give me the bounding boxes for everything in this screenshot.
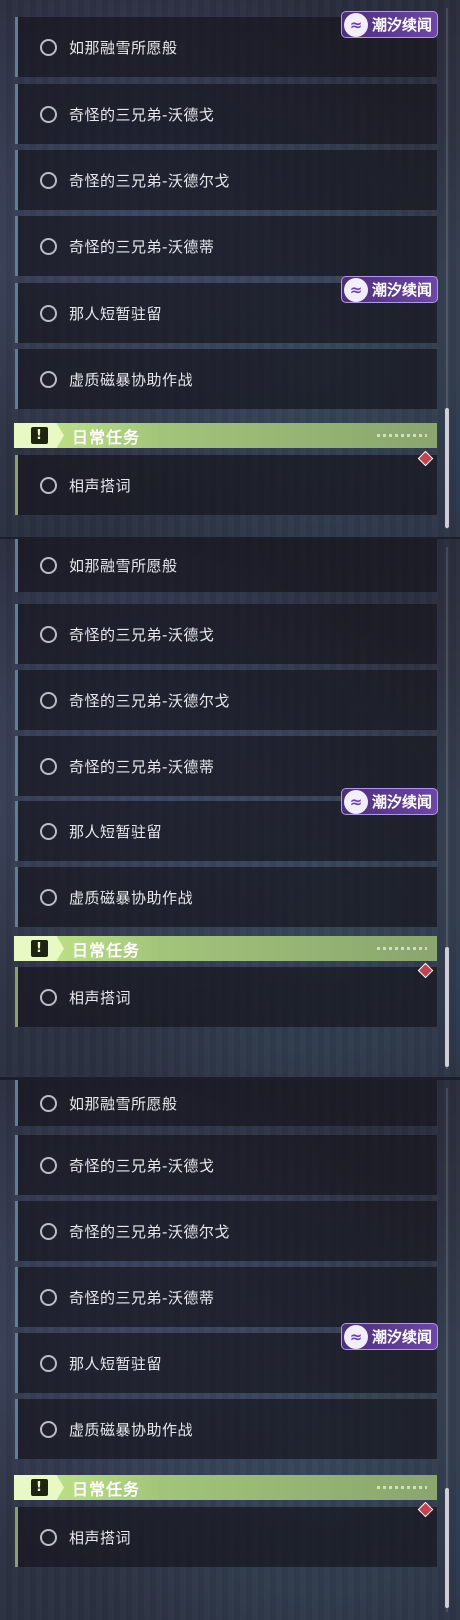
- radio-circle-icon: [40, 237, 57, 255]
- quest-label: 奇怪的三兄弟-沃德尔戈: [69, 1222, 230, 1241]
- header-decoration: [377, 947, 427, 950]
- quest-label: 奇怪的三兄弟-沃德蒂: [69, 1288, 215, 1307]
- scrollbar[interactable]: [445, 1088, 449, 1612]
- section-title: 日常任务: [72, 1479, 141, 1499]
- quest-item[interactable]: 虚质磁暴协助作战: [15, 867, 437, 927]
- header-decoration: [377, 1486, 427, 1489]
- quest-item[interactable]: 奇怪的三兄弟-沃德戈: [15, 84, 437, 144]
- radio-circle-icon: [40, 1354, 57, 1372]
- story-tag[interactable]: ≈ 潮汐续闻: [341, 11, 438, 38]
- quest-item[interactable]: 奇怪的三兄弟-沃德蒂: [15, 1267, 437, 1327]
- quest-label: 虚质磁暴协助作战: [69, 1420, 194, 1439]
- radio-circle-icon: [40, 557, 57, 574]
- quest-label: 如那融雪所愿般: [69, 1094, 178, 1113]
- quest-panel-1: ≈ 潮汐续闻 如那融雪所愿般 奇怪的三兄弟-沃德戈 奇怪的三兄弟-沃德尔戈 奇怪…: [0, 0, 460, 537]
- tag-label: 潮汐续闻: [372, 793, 433, 811]
- quest-item[interactable]: 如那融雪所愿般: [15, 539, 437, 592]
- scrollbar-thumb[interactable]: [445, 947, 449, 1067]
- radio-circle-icon: [40, 105, 57, 123]
- quest-label: 奇怪的三兄弟-沃德戈: [69, 625, 215, 644]
- story-tag[interactable]: ≈ 潮汐续闻: [341, 276, 438, 303]
- radio-circle-icon: [40, 757, 57, 775]
- radio-circle-icon: [40, 625, 57, 643]
- header-icon-wrap: !: [14, 1475, 64, 1500]
- quest-panel-2: 如那融雪所愿般 奇怪的三兄弟-沃德戈 奇怪的三兄弟-沃德尔戈 奇怪的三兄弟-沃德…: [0, 539, 460, 1077]
- radio-circle-icon: [40, 1528, 57, 1546]
- radio-circle-icon: [40, 1288, 57, 1306]
- quest-label: 相声搭词: [69, 1528, 132, 1547]
- quest-label: 那人短暂驻留: [69, 304, 163, 323]
- daily-quest-item[interactable]: 相声搭词: [15, 1507, 437, 1567]
- quest-item[interactable]: 奇怪的三兄弟-沃德戈: [15, 1135, 437, 1195]
- header-icon-wrap: !: [14, 936, 64, 961]
- scrollbar-thumb[interactable]: [445, 1488, 449, 1608]
- tidal-wave-icon: ≈: [344, 277, 368, 302]
- section-title: 日常任务: [72, 427, 141, 447]
- quest-item[interactable]: 奇怪的三兄弟-沃德尔戈: [15, 150, 437, 210]
- story-tag[interactable]: ≈ 潮汐续闻: [341, 788, 438, 815]
- exclamation-icon: !: [30, 1479, 48, 1496]
- quest-label: 奇怪的三兄弟-沃德蒂: [69, 757, 215, 776]
- quest-item[interactable]: 奇怪的三兄弟-沃德蒂: [15, 736, 437, 796]
- radio-circle-icon: [40, 822, 57, 840]
- daily-section-header[interactable]: ! 日常任务: [14, 936, 437, 961]
- daily-quest-item[interactable]: 相声搭词: [15, 967, 437, 1027]
- quest-item[interactable]: 奇怪的三兄弟-沃德尔戈: [15, 1201, 437, 1261]
- quest-label: 那人短暂驻留: [69, 1354, 163, 1373]
- section-title: 日常任务: [72, 940, 141, 960]
- story-tag[interactable]: ≈ 潮汐续闻: [341, 1323, 438, 1350]
- radio-circle-icon: [40, 476, 57, 494]
- radio-circle-icon: [40, 1222, 57, 1240]
- quest-item[interactable]: 奇怪的三兄弟-沃德尔戈: [15, 670, 437, 730]
- quest-item[interactable]: 奇怪的三兄弟-沃德戈: [15, 604, 437, 664]
- quest-label: 奇怪的三兄弟-沃德戈: [69, 105, 215, 124]
- quest-label: 奇怪的三兄弟-沃德尔戈: [69, 171, 230, 190]
- radio-circle-icon: [40, 988, 57, 1006]
- quest-label: 如那融雪所愿般: [69, 38, 178, 57]
- radio-circle-icon: [40, 1156, 57, 1174]
- tidal-wave-icon: ≈: [344, 789, 368, 814]
- radio-circle-icon: [40, 888, 57, 906]
- quest-item[interactable]: 如那融雪所愿般: [15, 1080, 437, 1126]
- quest-item[interactable]: 虚质磁暴协助作战: [15, 1399, 437, 1459]
- radio-circle-icon: [40, 370, 57, 388]
- quest-label: 虚质磁暴协助作战: [69, 370, 194, 389]
- quest-label: 奇怪的三兄弟-沃德尔戈: [69, 691, 230, 710]
- tag-label: 潮汐续闻: [372, 1328, 433, 1346]
- tidal-wave-icon: ≈: [344, 12, 368, 37]
- header-icon-wrap: !: [14, 423, 64, 448]
- tidal-wave-icon: ≈: [344, 1324, 368, 1349]
- quest-label: 奇怪的三兄弟-沃德蒂: [69, 237, 215, 256]
- scrollbar-thumb[interactable]: [445, 408, 449, 528]
- quest-item[interactable]: 奇怪的三兄弟-沃德蒂: [15, 216, 437, 276]
- exclamation-icon: !: [30, 940, 48, 957]
- scrollbar[interactable]: [445, 8, 449, 529]
- radio-circle-icon: [40, 1420, 57, 1438]
- quest-label: 奇怪的三兄弟-沃德戈: [69, 1156, 215, 1175]
- quest-label: 如那融雪所愿般: [69, 557, 178, 575]
- radio-circle-icon: [40, 1094, 57, 1112]
- radio-circle-icon: [40, 691, 57, 709]
- daily-section-header[interactable]: ! 日常任务: [14, 423, 437, 448]
- tag-label: 潮汐续闻: [372, 16, 433, 34]
- quest-panel-3: 如那融雪所愿般 奇怪的三兄弟-沃德戈 奇怪的三兄弟-沃德尔戈 奇怪的三兄弟-沃德…: [0, 1080, 460, 1620]
- quest-item[interactable]: 虚质磁暴协助作战: [15, 349, 437, 409]
- daily-quest-item[interactable]: 相声搭词: [15, 455, 437, 515]
- quest-label: 那人短暂驻留: [69, 822, 163, 841]
- daily-section-header[interactable]: ! 日常任务: [14, 1475, 437, 1500]
- header-decoration: [377, 434, 427, 437]
- tag-label: 潮汐续闻: [372, 281, 433, 299]
- scrollbar[interactable]: [445, 547, 449, 1069]
- quest-label: 相声搭词: [69, 476, 132, 495]
- radio-circle-icon: [40, 38, 57, 56]
- quest-label: 虚质磁暴协助作战: [69, 888, 194, 907]
- exclamation-icon: !: [30, 427, 48, 444]
- quest-label: 相声搭词: [69, 988, 132, 1007]
- radio-circle-icon: [40, 304, 57, 322]
- radio-circle-icon: [40, 171, 57, 189]
